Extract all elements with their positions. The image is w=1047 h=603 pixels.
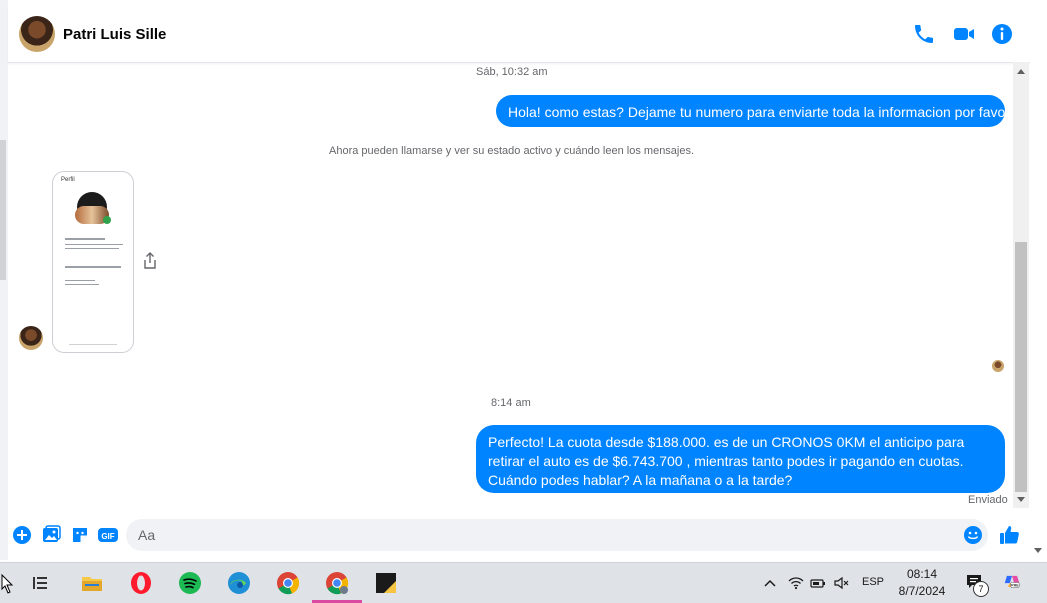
conversation-info-button[interactable] [990, 22, 1014, 46]
messenger-window: Patri Luis Sille Sáb, 10:32 am Hola! com… [0, 0, 1047, 603]
outgoing-message[interactable]: Perfecto! La cuota desde $188.000. es de… [476, 425, 1005, 493]
chrome-profile-button[interactable] [325, 571, 349, 595]
read-receipt-avatar [992, 360, 1004, 372]
network-button[interactable] [788, 575, 804, 591]
spotify-button[interactable] [178, 571, 202, 595]
task-view-icon [33, 577, 47, 589]
share-icon[interactable] [142, 252, 158, 270]
scroll-down-arrow[interactable] [1017, 497, 1025, 502]
photo-icon [43, 525, 61, 542]
copilot-button[interactable]: PRE [1004, 573, 1026, 595]
message-input[interactable] [126, 519, 988, 551]
phone-icon [915, 25, 933, 43]
svg-text:PRE: PRE [1011, 583, 1019, 587]
video-camera-icon [954, 28, 974, 40]
send-like-button[interactable] [998, 524, 1020, 546]
opera-browser-button[interactable] [129, 571, 153, 595]
timestamp-divider: Sáb, 10:32 am [476, 66, 548, 78]
show-hidden-icons-button[interactable] [762, 575, 778, 591]
contact-name[interactable]: Patri Luis Sille [63, 26, 166, 43]
scroll-thumb[interactable] [1015, 242, 1027, 492]
opera-icon [131, 572, 151, 594]
more-actions-button[interactable] [11, 524, 33, 546]
input-language[interactable]: ESP [862, 576, 884, 588]
notification-count-badge: 7 [973, 581, 989, 597]
emoji-button[interactable] [963, 525, 983, 545]
audio-call-button[interactable] [912, 22, 936, 46]
image-attachment[interactable]: Perfil [52, 171, 134, 353]
volume-muted-icon [834, 576, 849, 590]
edge-browser-button[interactable] [227, 571, 251, 595]
info-icon [992, 24, 1012, 44]
gif-button[interactable]: GIF [97, 524, 119, 546]
smiley-icon [964, 526, 982, 544]
thumbs-up-icon [1000, 526, 1019, 544]
window-scrollbar[interactable] [1030, 0, 1047, 560]
clock-time[interactable]: 08:14 [906, 567, 938, 581]
left-sidebar-edge [0, 0, 8, 560]
outgoing-message[interactable]: Hola! como estas? Dejame tu numero para … [496, 95, 1014, 127]
folder-icon [82, 577, 102, 591]
volume-button[interactable] [833, 575, 849, 591]
message-thread[interactable]: Sáb, 10:32 am Hola! como estas? Dejame t… [8, 62, 1014, 510]
chrome-button[interactable] [276, 571, 300, 595]
video-call-button[interactable] [952, 22, 976, 46]
contact-avatar[interactable] [19, 16, 55, 52]
system-notice: Ahora pueden llamarse y ver su estado ac… [329, 145, 695, 157]
sender-avatar[interactable] [19, 326, 43, 350]
copilot-icon: PRE [1004, 575, 1020, 588]
sticky-notes-button[interactable] [374, 571, 398, 595]
wifi-icon [788, 577, 804, 590]
message-status: Enviado [968, 494, 1008, 506]
chrome-icon [277, 572, 300, 595]
attachment-badge [103, 216, 111, 224]
chat-header: Patri Luis Sille [8, 6, 1030, 63]
message-composer: GIF [8, 512, 1030, 558]
gif-icon: GIF [98, 528, 118, 542]
chrome-profile-icon [326, 572, 349, 595]
chevron-up-icon [764, 579, 776, 587]
svg-text:GIF: GIF [101, 532, 114, 541]
thread-scrollbar[interactable] [1013, 62, 1029, 508]
plus-icon [13, 526, 31, 544]
edge-icon [228, 572, 250, 594]
battery-button[interactable] [810, 575, 826, 591]
timestamp-divider: 8:14 am [491, 397, 531, 409]
windows-taskbar: ESP 08:14 8/7/2024 7 PRE [0, 562, 1047, 603]
cursor-icon [0, 573, 14, 597]
sticker-button[interactable] [69, 524, 91, 546]
battery-icon [810, 579, 825, 588]
file-explorer-button[interactable] [80, 571, 104, 595]
clock-date[interactable]: 8/7/2024 [896, 584, 948, 598]
scroll-up-arrow[interactable] [1017, 69, 1025, 74]
attach-photo-button[interactable] [40, 524, 62, 546]
task-view-button[interactable] [29, 571, 53, 595]
spotify-icon [179, 572, 201, 594]
sticky-notes-icon [376, 573, 396, 593]
sticker-icon [73, 528, 87, 542]
attachment-header: Perfil [61, 177, 75, 183]
